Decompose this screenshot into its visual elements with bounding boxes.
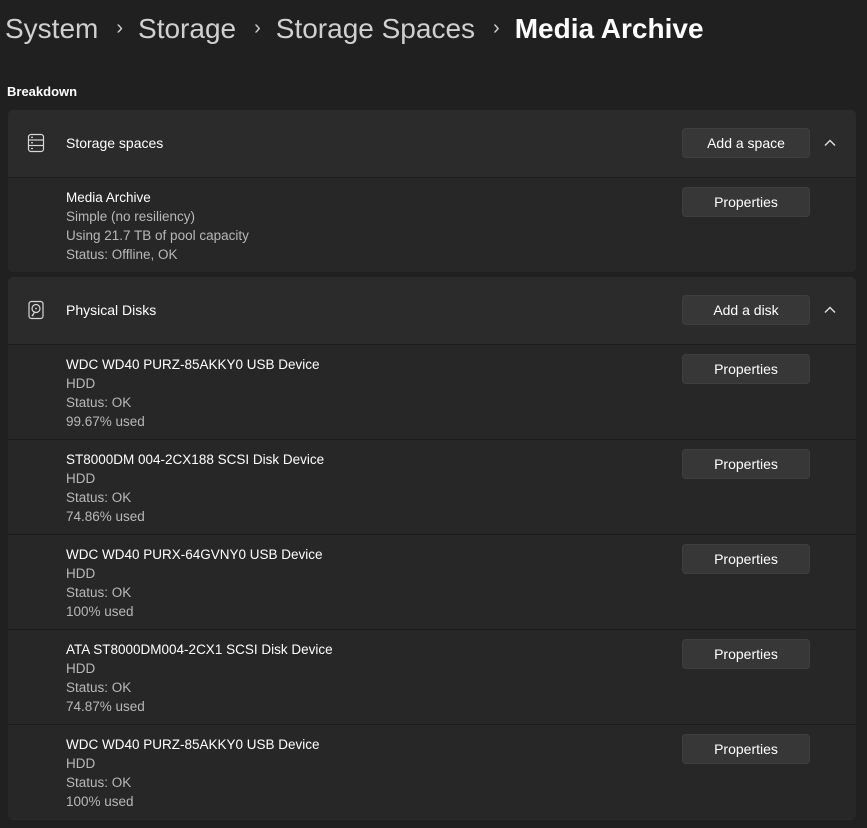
- disk-used: 99.67% used: [66, 414, 145, 429]
- storage-spaces-title: Storage spaces: [66, 135, 164, 151]
- section-title-breakdown: Breakdown: [7, 84, 78, 99]
- disk-row: ATA ST8000DM004-2CX1 SCSI Disk Device HD…: [8, 630, 856, 725]
- chevron-right-icon: ›: [116, 16, 124, 39]
- disk-properties-button[interactable]: Properties: [682, 544, 810, 574]
- chevron-right-icon: ›: [254, 16, 261, 39]
- disk-row: WDC WD40 PURZ-85AKKY0 USB Device HDD Sta…: [8, 345, 856, 440]
- disk-row: WDC WD40 PURZ-85AKKY0 USB Device HDD Sta…: [8, 725, 856, 819]
- disk-name: WDC WD40 PURZ-85AKKY0 USB Device: [66, 737, 320, 752]
- breadcrumb-storage-spaces[interactable]: Storage Spaces: [276, 13, 475, 45]
- physical-disks-header[interactable]: Physical Disks Add a disk: [8, 277, 856, 345]
- disk-status: Status: OK: [66, 490, 132, 505]
- storage-spaces-panel: Storage spaces Add a space Media Archive…: [8, 110, 856, 272]
- space-name: Media Archive: [66, 190, 151, 205]
- space-status: Status: Offline, OK: [66, 247, 178, 262]
- storage-spaces-header[interactable]: Storage spaces Add a space: [8, 110, 856, 178]
- disk-used: 100% used: [66, 604, 134, 619]
- chevron-up-icon[interactable]: [822, 302, 838, 318]
- disk-row: WDC WD40 PURX-64GVNY0 USB Device HDD Sta…: [8, 535, 856, 630]
- disk-properties-button[interactable]: Properties: [682, 449, 810, 479]
- disk-properties-button[interactable]: Properties: [682, 354, 810, 384]
- chevron-right-icon: ›: [493, 16, 500, 39]
- disk-status: Status: OK: [66, 395, 132, 410]
- physical-disks-title: Physical Disks: [66, 302, 157, 318]
- physical-disks-panel: Physical Disks Add a disk WDC WD40 PURZ-…: [8, 277, 856, 820]
- disk-name: WDC WD40 PURX-64GVNY0 USB Device: [66, 547, 323, 562]
- disk-type: HDD: [66, 566, 96, 581]
- disk-used: 74.87% used: [66, 699, 145, 714]
- disk-type: HDD: [66, 661, 96, 676]
- disk-name: WDC WD40 PURZ-85AKKY0 USB Device: [66, 357, 320, 372]
- page-title: Media Archive: [514, 13, 704, 44]
- breadcrumb-system[interactable]: System: [5, 13, 98, 45]
- disk-row: ST8000DM 004-2CX188 SCSI Disk Device HDD…: [8, 440, 856, 535]
- breadcrumb-storage[interactable]: Storage: [138, 13, 236, 45]
- disk-type: HDD: [66, 756, 96, 771]
- storage-space-row: Media Archive Simple (no resiliency) Usi…: [8, 178, 856, 272]
- disk-used: 74.86% used: [66, 509, 145, 524]
- disk-status: Status: OK: [66, 585, 132, 600]
- disk-name: ATA ST8000DM004-2CX1 SCSI Disk Device: [66, 642, 333, 657]
- disk-used: 100% used: [66, 794, 134, 809]
- storage-stack-icon: [27, 133, 45, 153]
- disk-type: HDD: [66, 376, 96, 391]
- add-space-button[interactable]: Add a space: [682, 128, 810, 158]
- disk-properties-button[interactable]: Properties: [682, 734, 810, 764]
- chevron-up-icon[interactable]: [822, 135, 838, 151]
- disk-name: ST8000DM 004-2CX188 SCSI Disk Device: [66, 452, 325, 467]
- disk-type: HDD: [66, 471, 96, 486]
- disk-status: Status: OK: [66, 680, 132, 695]
- space-usage: Using 21.7 TB of pool capacity: [66, 228, 249, 243]
- disk-properties-button[interactable]: Properties: [682, 639, 810, 669]
- space-properties-button[interactable]: Properties: [682, 187, 810, 217]
- hard-drive-icon: [28, 300, 44, 320]
- add-disk-button[interactable]: Add a disk: [682, 295, 810, 325]
- breadcrumb: System › Storage › Storage Spaces › Medi…: [5, 8, 704, 50]
- disk-status: Status: OK: [66, 775, 132, 790]
- space-resiliency: Simple (no resiliency): [66, 209, 196, 224]
